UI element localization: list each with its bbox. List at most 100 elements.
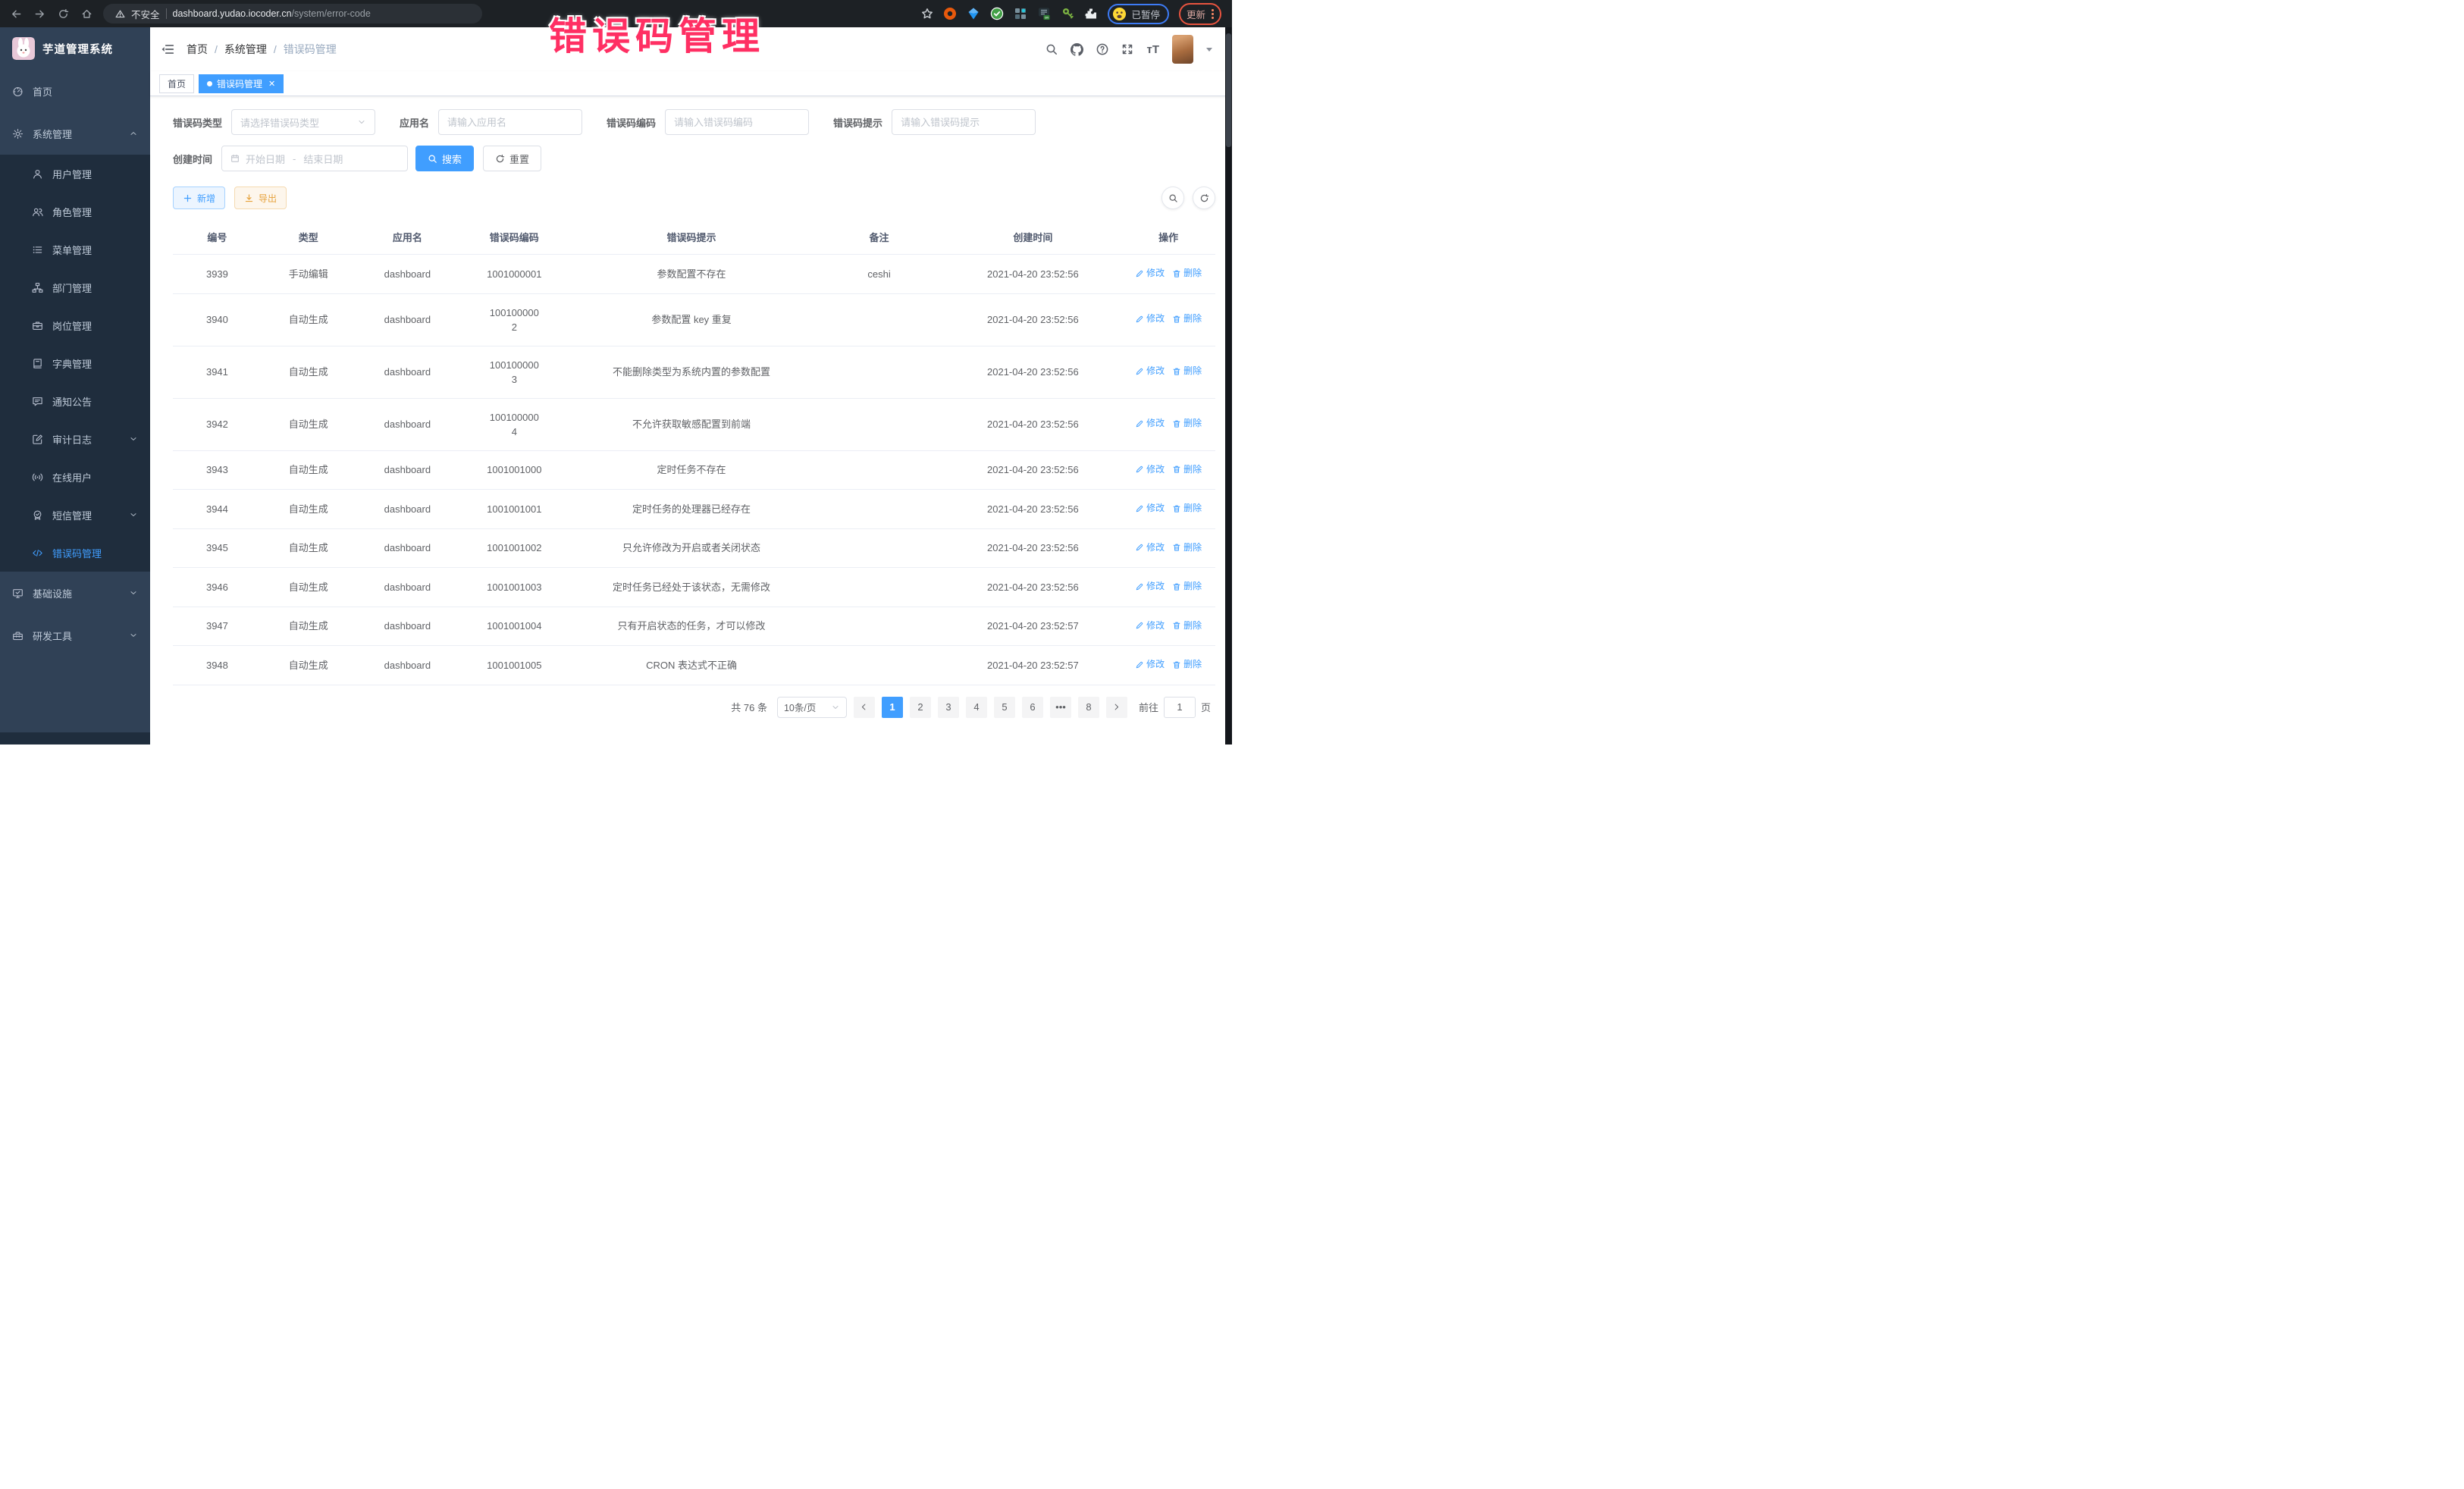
pager-page-2[interactable]: 2	[910, 697, 931, 718]
delete-link[interactable]: 删除	[1172, 619, 1202, 633]
sidebar-item-post[interactable]: 岗位管理	[0, 306, 150, 344]
back-icon[interactable]	[11, 8, 22, 20]
breadcrumb-system[interactable]: 系统管理	[224, 42, 267, 57]
delete-link[interactable]: 删除	[1172, 657, 1202, 672]
github-icon[interactable]	[1071, 43, 1083, 56]
browser-profile-chip[interactable]: 已暂停	[1108, 4, 1169, 24]
app-name-input[interactable]	[447, 117, 573, 128]
page: 不安全 dashboard.yudao.iocoder.cn/system/er…	[0, 0, 1232, 744]
extension-key-icon[interactable]	[1061, 7, 1074, 20]
prev-page-button[interactable]	[854, 697, 875, 718]
extension-orange-icon[interactable]	[943, 7, 957, 20]
error-type-select[interactable]: 请选择错误码类型	[231, 109, 375, 135]
sidebar-item-system[interactable]: 系统管理	[0, 112, 150, 155]
sidebar-item-menu[interactable]: 菜单管理	[0, 230, 150, 268]
sidebar-item-user[interactable]: 用户管理	[0, 155, 150, 193]
extension-switch-icon[interactable]: on	[1037, 7, 1051, 20]
edit-link[interactable]: 修改	[1135, 416, 1165, 431]
tab-error-code[interactable]: 错误码管理 ✕	[199, 74, 284, 93]
browser-update-button[interactable]: 更新	[1179, 3, 1221, 25]
address-bar[interactable]: 不安全 dashboard.yudao.iocoder.cn/system/er…	[103, 4, 482, 24]
font-size-icon[interactable]: ᴛT	[1146, 44, 1159, 55]
delete-link[interactable]: 删除	[1172, 364, 1202, 378]
range-separator: -	[293, 153, 296, 165]
breadcrumb-home[interactable]: 首页	[187, 42, 208, 57]
extensions-puzzle-icon[interactable]	[1084, 7, 1098, 20]
edit-link[interactable]: 修改	[1135, 619, 1165, 633]
user-avatar[interactable]	[1172, 35, 1193, 64]
sidebar-item-audit[interactable]: 审计日志	[0, 420, 150, 458]
refresh-table-button[interactable]	[1193, 187, 1215, 209]
pager-page-5[interactable]: 5	[994, 697, 1015, 718]
edit-link[interactable]: 修改	[1135, 266, 1165, 281]
delete-link[interactable]: 删除	[1172, 312, 1202, 326]
sidebar-item-label: 岗位管理	[52, 318, 92, 333]
sidebar-item-dept[interactable]: 部门管理	[0, 268, 150, 306]
extension-gem-icon[interactable]	[967, 7, 980, 20]
pager-page-4[interactable]: 4	[966, 697, 987, 718]
pager-ellipsis[interactable]: •••	[1050, 697, 1071, 718]
pager-page-3[interactable]: 3	[938, 697, 959, 718]
date-range-picker[interactable]: 开始日期 - 结束日期	[221, 146, 408, 171]
add-button[interactable]: 新增	[173, 187, 225, 209]
delete-link[interactable]: 删除	[1172, 416, 1202, 431]
sidebar-item-errcode[interactable]: 错误码管理	[0, 534, 150, 572]
signal-icon	[32, 472, 43, 483]
extension-green-check-icon[interactable]	[990, 7, 1004, 20]
edit-link[interactable]: 修改	[1135, 462, 1165, 477]
delete-link[interactable]: 删除	[1172, 266, 1202, 281]
user-menu-caret-icon[interactable]	[1206, 48, 1212, 52]
error-code-input[interactable]	[674, 117, 800, 128]
cell-type: 自动生成	[262, 607, 356, 646]
delete-link[interactable]: 删除	[1172, 462, 1202, 477]
cell-id: 3942	[173, 398, 262, 450]
forward-icon[interactable]	[34, 8, 45, 20]
pager-page-6[interactable]: 6	[1022, 697, 1043, 718]
sidebar-item-home[interactable]: 首页	[0, 70, 150, 112]
next-page-button[interactable]	[1106, 697, 1127, 718]
show-search-button[interactable]	[1161, 187, 1184, 209]
extension-grid-icon[interactable]	[1014, 7, 1027, 20]
help-icon[interactable]	[1096, 43, 1108, 55]
scrollbar-thumb[interactable]	[1226, 33, 1231, 147]
page-size-select[interactable]: 10条/页	[777, 697, 847, 718]
reload-icon[interactable]	[58, 8, 69, 20]
home-icon[interactable]	[81, 8, 92, 20]
reset-button[interactable]: 重置	[483, 146, 541, 171]
hamburger-icon[interactable]	[161, 42, 174, 56]
goto-page-input[interactable]	[1164, 697, 1196, 718]
sidebar-item-infra[interactable]: 基础设施	[0, 572, 150, 614]
cell-app: dashboard	[356, 293, 460, 346]
sidebar-item-notice[interactable]: 通知公告	[0, 382, 150, 420]
delete-link[interactable]: 删除	[1172, 501, 1202, 516]
edit-link[interactable]: 修改	[1135, 501, 1165, 516]
delete-link[interactable]: 删除	[1172, 579, 1202, 594]
delete-link[interactable]: 删除	[1172, 541, 1202, 555]
edit-link[interactable]: 修改	[1135, 364, 1165, 378]
sidebar-item-role[interactable]: 角色管理	[0, 193, 150, 230]
pager-page-1[interactable]: 1	[882, 697, 903, 718]
tab-home[interactable]: 首页	[159, 74, 194, 93]
header-search-icon[interactable]	[1045, 43, 1058, 55]
browser-menu-icon[interactable]	[1212, 9, 1214, 19]
sidebar-item-online[interactable]: 在线用户	[0, 458, 150, 496]
sidebar-item-sms[interactable]: 短信管理	[0, 496, 150, 534]
edit-link[interactable]: 修改	[1135, 541, 1165, 555]
cell-actions: 修改删除	[1121, 607, 1215, 646]
bookmark-star-icon[interactable]	[921, 8, 933, 20]
pager-page-8[interactable]: 8	[1078, 697, 1099, 718]
fullscreen-icon[interactable]	[1121, 43, 1133, 55]
sidebar-item-devtool[interactable]: 研发工具	[0, 614, 150, 657]
sidebar-logo[interactable]: 芋道管理系统	[0, 27, 150, 70]
edit-link[interactable]: 修改	[1135, 312, 1165, 326]
tab-close-icon[interactable]: ✕	[268, 79, 275, 89]
sidebar-item-dict[interactable]: 字典管理	[0, 344, 150, 382]
error-msg-input[interactable]	[901, 117, 1027, 128]
window-scrollbar[interactable]	[1225, 27, 1232, 744]
cell-type: 自动生成	[262, 293, 356, 346]
edit-link[interactable]: 修改	[1135, 657, 1165, 672]
search-button[interactable]: 搜索	[415, 146, 474, 171]
edit-link[interactable]: 修改	[1135, 579, 1165, 594]
sidebar-item-label: 通知公告	[52, 394, 92, 409]
export-button[interactable]: 导出	[234, 187, 287, 209]
